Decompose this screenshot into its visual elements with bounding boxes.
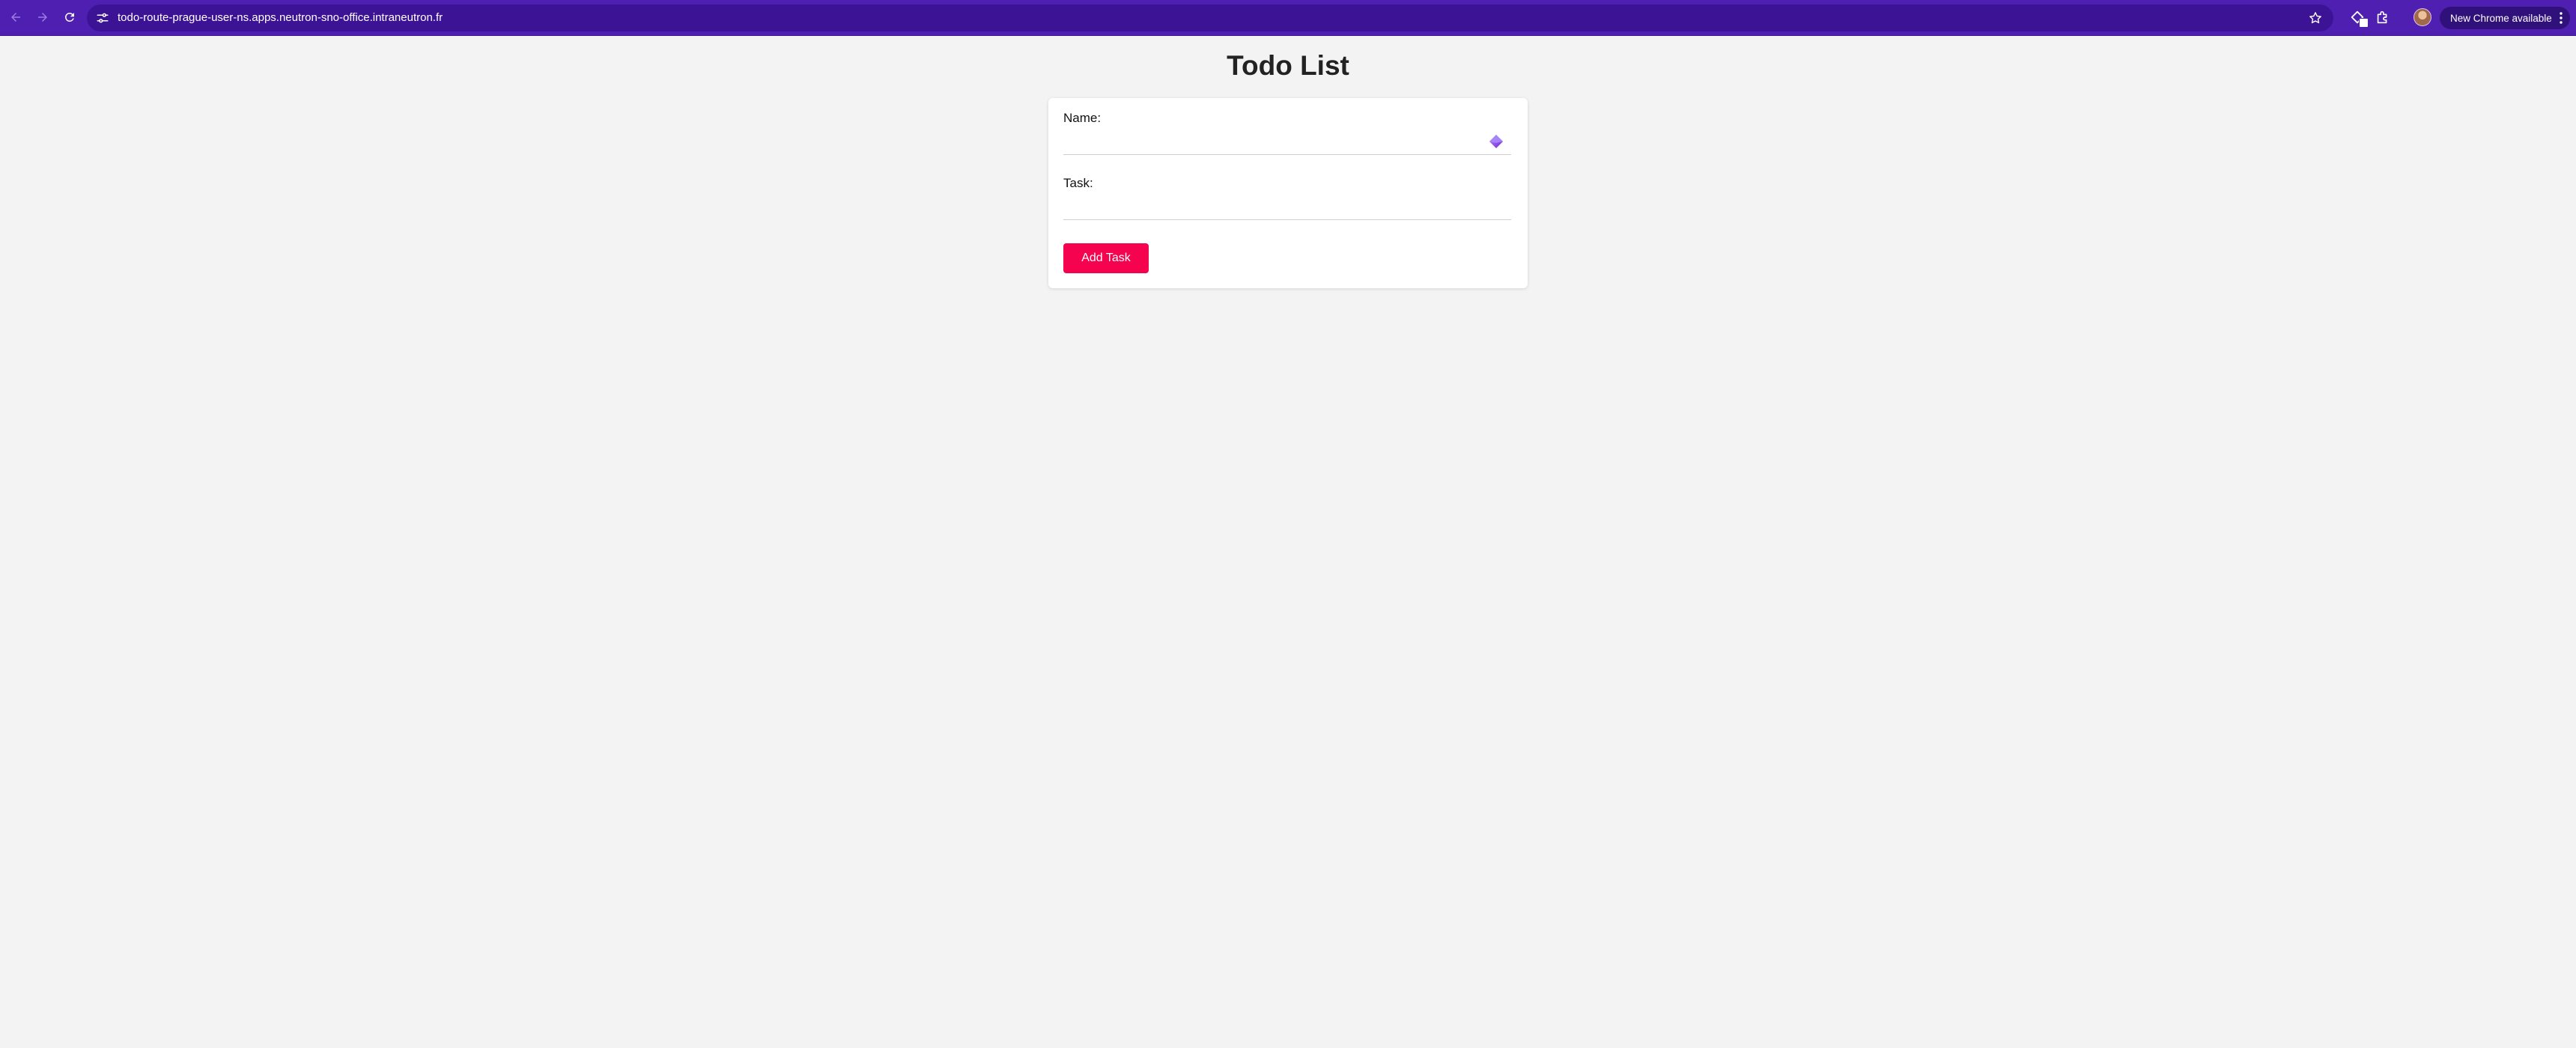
reload-icon <box>65 13 74 22</box>
extensions-menu-button[interactable] <box>2375 9 2391 25</box>
puzzle-icon <box>2377 10 2387 24</box>
arrow-right-icon <box>38 13 47 22</box>
extension-badge <box>2359 18 2369 28</box>
page-title: Todo List <box>1227 50 1349 81</box>
forward-button[interactable] <box>33 7 52 27</box>
autofill-gem-icon[interactable] <box>1486 132 1506 152</box>
todo-form-card: Name: Task: Add Task <box>1048 98 1528 288</box>
task-input[interactable] <box>1063 195 1511 220</box>
browser-toolbar: todo-route-prague-user-ns.apps.neutron-s… <box>0 0 2576 36</box>
kebab-icon <box>2560 12 2563 24</box>
name-label: Name: <box>1063 111 1102 125</box>
reload-button[interactable] <box>60 7 79 27</box>
url-text[interactable]: todo-route-prague-user-ns.apps.neutron-s… <box>118 11 443 25</box>
address-bar[interactable]: todo-route-prague-user-ns.apps.neutron-s… <box>87 4 2333 31</box>
tune-icon[interactable] <box>96 11 109 25</box>
extension-button[interactable] <box>2349 9 2369 28</box>
task-label: Task: <box>1063 176 1093 190</box>
arrow-left-icon <box>11 13 20 22</box>
back-button[interactable] <box>6 7 25 27</box>
star-icon[interactable] <box>2308 10 2323 25</box>
new-chrome-label: New Chrome available <box>2450 12 2552 24</box>
add-task-button[interactable]: Add Task <box>1063 243 1149 273</box>
profile-avatar[interactable] <box>2414 8 2431 26</box>
name-input[interactable] <box>1063 130 1511 155</box>
new-chrome-available-button[interactable]: New Chrome available <box>2440 7 2570 29</box>
